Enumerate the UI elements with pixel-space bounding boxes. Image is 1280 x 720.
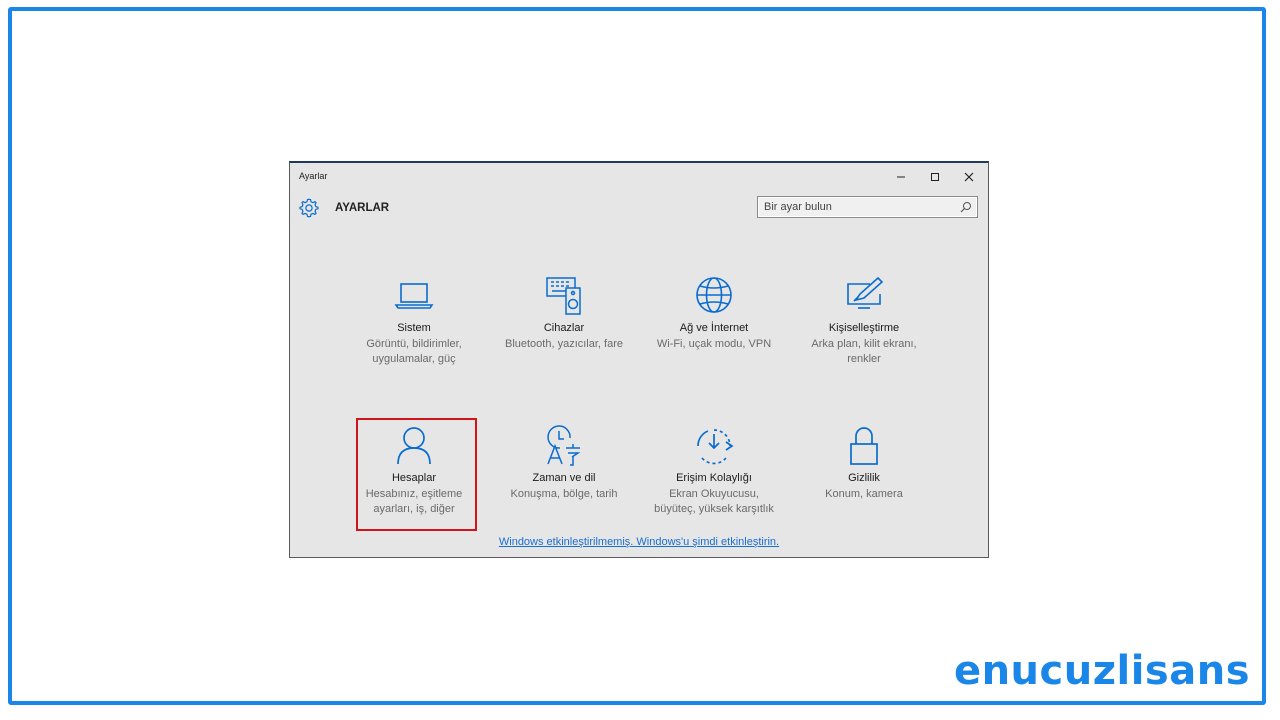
gear-icon xyxy=(299,198,319,218)
laptop-icon xyxy=(394,283,434,309)
search-box[interactable] xyxy=(757,196,978,218)
tile-hesaplar[interactable]: Hesaplar Hesabınız, eşitleme ayarları, iş… xyxy=(354,424,474,517)
devices-icon xyxy=(546,277,581,315)
settings-window: Ayarlar AYARLAR Sistem xyxy=(289,161,989,558)
tile-name: Erişim Kolaylığı xyxy=(676,472,752,484)
person-icon xyxy=(397,427,431,465)
search-input[interactable] xyxy=(764,199,954,215)
close-button[interactable] xyxy=(954,167,984,187)
tile-description: Konum, kamera xyxy=(825,488,903,500)
tile-description: Wi-Fi, uçak modu, VPN xyxy=(656,338,772,350)
tile-erisim-kolayligi[interactable]: Erişim Kolaylığı Ekran Okuyucusu, büyüteç… xyxy=(654,424,774,517)
time-language-icon xyxy=(547,425,581,466)
title-bar: Ayarlar xyxy=(290,163,988,191)
tile-sistem[interactable]: Sistem Görüntü, bildirimler, uygulamalar,… xyxy=(354,274,474,367)
tile-name: Zaman ve dil xyxy=(532,472,596,484)
ease-of-access-icon xyxy=(697,429,734,465)
brand-logo: enucuzlisans xyxy=(953,648,1250,694)
tile-description: Arka plan, kilit ekranı, renkler xyxy=(811,338,917,365)
tile-name: Sistem xyxy=(397,322,431,334)
tile-description: Hesabınız, eşitleme ayarları, iş, diğer xyxy=(365,488,463,515)
activation-notice: Windows etkinleştirilmemiş. Windows'u şi… xyxy=(290,532,988,550)
tile-name: Cihazlar xyxy=(543,322,585,334)
minimize-button[interactable] xyxy=(886,167,916,187)
tile-description: Bluetooth, yazıcılar, fare xyxy=(504,338,623,350)
tile-gizlilik[interactable]: Gizlilik Konum, kamera xyxy=(804,424,924,502)
tile-name: Ağ ve İnternet xyxy=(679,322,749,334)
activate-windows-link[interactable]: Windows etkinleştirilmemiş. Windows'u şi… xyxy=(499,536,779,548)
tile-ag-ve-internet[interactable]: Ağ ve İnternet Wi-Fi, uçak modu, VPN xyxy=(654,274,774,352)
personalize-icon xyxy=(847,276,884,309)
page-title: AYARLAR xyxy=(335,202,390,214)
tile-name: Kişiselleştirme xyxy=(828,322,900,334)
tile-cihazlar[interactable]: Cihazlar Bluetooth, yazıcılar, fare xyxy=(504,274,624,352)
tile-description: Ekran Okuyucusu, büyüteç, yüksek karşıtlı… xyxy=(654,488,774,515)
globe-icon xyxy=(696,277,732,313)
tile-kisisellestirme[interactable]: Kişiselleştirme Arka plan, kilit ekranı,… xyxy=(804,274,924,367)
tile-zaman-ve-dil[interactable]: Zaman ve dil Konuşma, bölge, tarih xyxy=(504,424,624,502)
tile-name: Gizlilik xyxy=(848,472,880,484)
window-title: Ayarlar xyxy=(299,171,328,181)
maximize-icon xyxy=(931,173,939,181)
tile-description: Görüntü, bildirimler, uygulamalar, güç xyxy=(366,338,462,365)
close-icon xyxy=(964,172,974,182)
lock-icon xyxy=(850,427,878,465)
search-icon[interactable] xyxy=(960,201,972,213)
minimize-icon xyxy=(897,176,905,178)
tile-name: Hesaplar xyxy=(391,472,437,484)
maximize-button[interactable] xyxy=(920,167,950,187)
tile-description: Konuşma, bölge, tarih xyxy=(510,488,618,500)
